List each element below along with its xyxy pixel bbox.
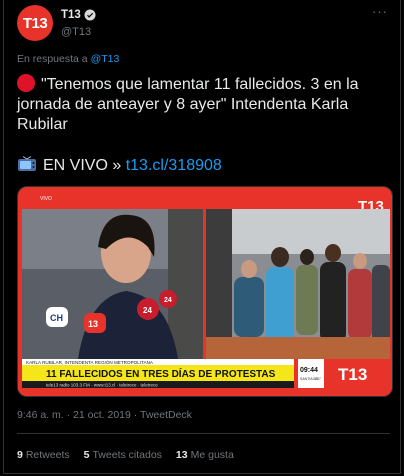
tweet-date[interactable]: 21 oct. 2019 bbox=[73, 409, 131, 421]
author-handle[interactable]: @T13 bbox=[61, 26, 91, 38]
mic-label-2: 13 bbox=[88, 319, 98, 329]
media-image[interactable]: VIVO T13 CH 13 24 24 KARLA RUBILAR, INTE… bbox=[17, 186, 393, 397]
quote-tweets-stat[interactable]: 5 Tweets citados bbox=[84, 449, 162, 461]
author-name-text: T13 bbox=[61, 9, 81, 21]
headline-text: 11 FALLECIDOS EN TRES DÍAS DE PROTESTAS bbox=[46, 367, 276, 380]
mic-label-3: 24 bbox=[143, 306, 152, 315]
lower-channel-logo: T13 bbox=[338, 365, 367, 384]
live-label: EN VIVO » bbox=[43, 157, 122, 174]
meta-separator: · bbox=[66, 409, 71, 421]
tweet-text: "Tenemos que lamentar 11 fallecidos. 3 e… bbox=[17, 74, 389, 135]
tv-icon bbox=[18, 156, 36, 171]
mic-label-1: CH bbox=[50, 313, 63, 323]
meta-separator: · bbox=[133, 409, 138, 421]
reply-prefix: En respuesta a bbox=[17, 53, 88, 65]
tweet-text-body: "Tenemos que lamentar 11 fallecidos. 3 e… bbox=[17, 76, 359, 133]
retweets-stat[interactable]: 9 Retweets bbox=[17, 449, 70, 461]
retweets-count: 9 bbox=[17, 449, 23, 461]
tweet-meta: 9:46 a. m. · 21 oct. 2019 · TweetDeck bbox=[17, 409, 192, 421]
caption-top: KARLA RUBILAR, INTENDENTA REGIÓN METROPO… bbox=[26, 359, 154, 365]
likes-label: Me gusta bbox=[190, 449, 234, 461]
reply-context: En respuesta a @T13 bbox=[17, 53, 119, 65]
quote-tweets-count: 5 bbox=[83, 449, 90, 461]
tweet-card: T13 T13 @T13 ··· En respuesta a @T13 "Te… bbox=[3, 0, 401, 474]
quote-tweets-label: Tweets citados bbox=[92, 449, 162, 461]
more-options-icon[interactable]: ··· bbox=[372, 5, 388, 18]
author-name[interactable]: T13 bbox=[61, 9, 96, 21]
tweet-link[interactable]: t13.cl/318908 bbox=[126, 157, 222, 174]
tweet-time[interactable]: 9:46 a. m. bbox=[17, 409, 64, 421]
mic-label-4: 24 bbox=[164, 297, 172, 304]
clock-time: 09:44 bbox=[300, 367, 318, 374]
tweet-header: T13 T13 @T13 ··· bbox=[16, 5, 390, 43]
ticker-text: tele13 radio 103.3 FM · www.t13.cl · tel… bbox=[46, 383, 158, 388]
likes-stat[interactable]: 13 Me gusta bbox=[176, 449, 234, 461]
tweet-source[interactable]: TweetDeck bbox=[140, 409, 192, 421]
video-frame: VIVO T13 CH 13 24 24 KARLA RUBILAR, INTE… bbox=[18, 187, 392, 396]
engagement-stats: 9 Retweets 5 Tweets citados 13 Me gusta bbox=[17, 449, 234, 461]
avatar[interactable]: T13 bbox=[17, 5, 53, 41]
live-line: EN VIVO » t13.cl/318908 bbox=[17, 156, 222, 176]
likes-count: 13 bbox=[175, 449, 188, 461]
retweets-label: Retweets bbox=[25, 449, 70, 461]
divider bbox=[17, 433, 390, 434]
clock-temp: 26° bbox=[315, 376, 321, 381]
verified-icon bbox=[84, 9, 96, 21]
reply-to-link[interactable]: @T13 bbox=[91, 53, 120, 65]
live-tag: VIVO bbox=[40, 196, 52, 202]
red-circle-icon bbox=[17, 74, 35, 92]
avatar-logo-text: T13 bbox=[22, 14, 48, 32]
